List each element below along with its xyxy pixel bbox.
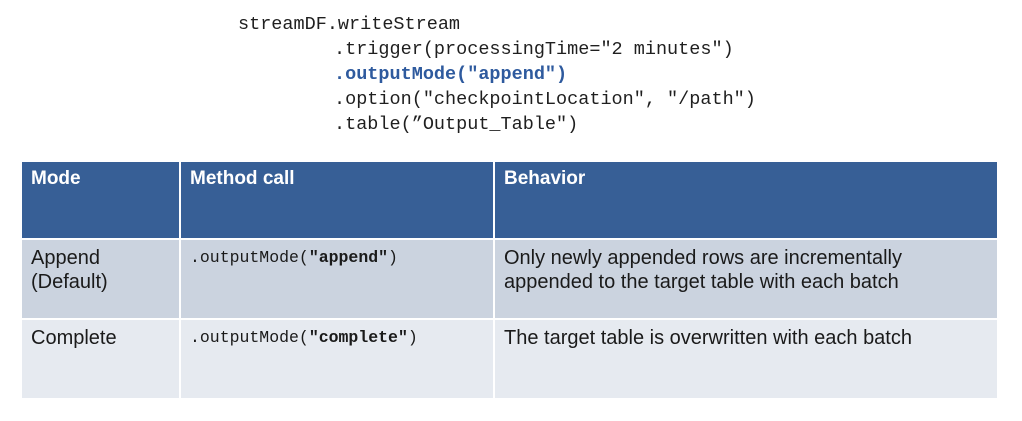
code-line-trigger: .trigger(processingTime="2 minutes")	[334, 39, 734, 60]
table-header-row: Mode Method call Behavior	[22, 162, 997, 240]
table-row-complete: Complete .outputMode("complete") The tar…	[22, 319, 997, 400]
method-suffix: )	[407, 328, 418, 347]
mode-cell: Append (Default)	[22, 239, 181, 320]
header-method-call: Method call	[180, 162, 495, 240]
method-call-cell: .outputMode("append")	[180, 239, 495, 320]
method-suffix: )	[388, 248, 398, 267]
table-row-append: Append (Default) .outputMode("append") O…	[22, 239, 997, 320]
output-modes-table: Mode Method call Behavior Append (Defaul…	[22, 162, 997, 400]
behavior-cell: The target table is overwritten with eac…	[494, 319, 997, 400]
method-prefix: .outputMode(	[190, 328, 309, 347]
method-argument: "append"	[308, 248, 389, 267]
code-line-table: .table(”Output_Table")	[334, 114, 579, 135]
method-call-cell: .outputMode("complete")	[180, 319, 495, 400]
header-mode: Mode	[22, 162, 181, 240]
code-line-outputmode: .outputMode("append")	[334, 64, 568, 85]
header-behavior: Behavior	[494, 162, 997, 240]
code-snippet: streamDF.writeStream .trigger(processingT…	[238, 12, 756, 137]
method-argument: "complete"	[308, 328, 408, 347]
code-line-writestream: streamDF.writeStream	[238, 14, 461, 35]
method-prefix: .outputMode(	[190, 248, 309, 267]
code-line-option: .option("checkpointLocation", "/path")	[334, 89, 756, 110]
mode-cell: Complete	[22, 319, 181, 400]
behavior-cell: Only newly appended rows are incremental…	[494, 239, 997, 320]
